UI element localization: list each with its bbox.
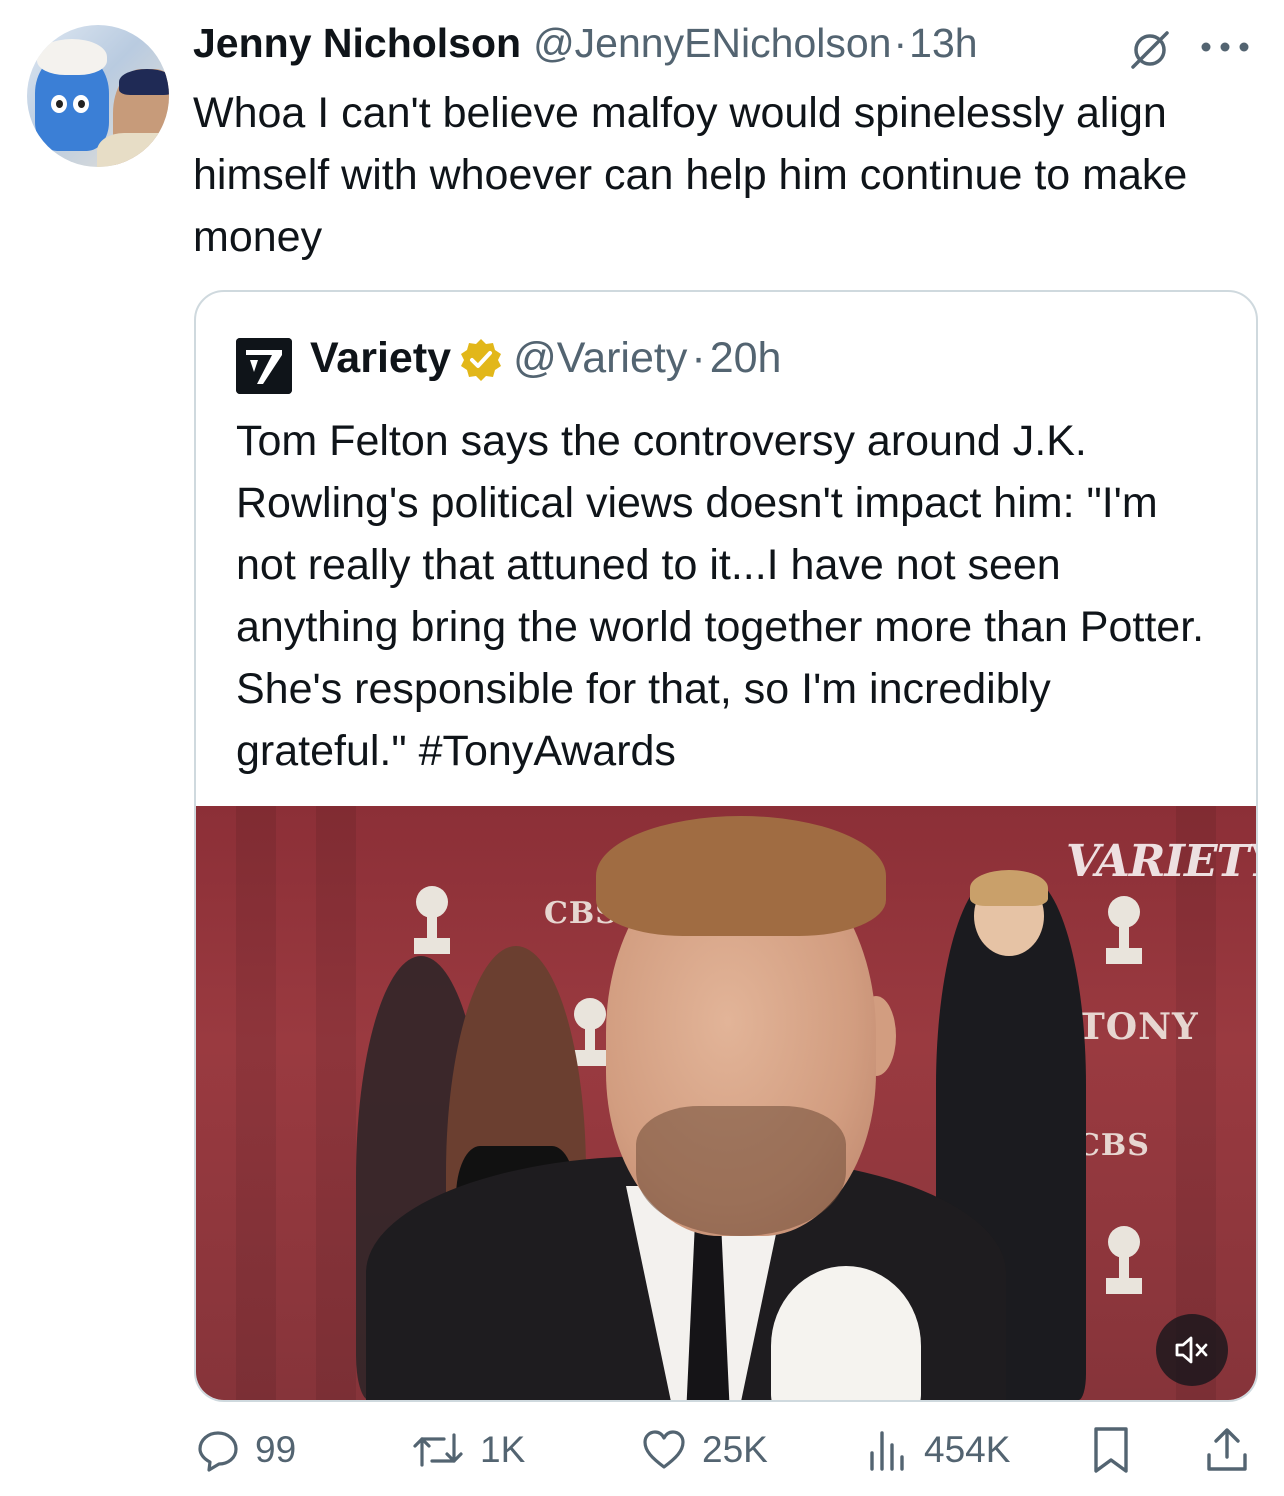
more-icon[interactable]	[1199, 40, 1251, 54]
reply-count: 99	[255, 1429, 297, 1470]
tony-trophy-logo	[414, 886, 450, 956]
views-button[interactable]: 454K	[866, 1420, 1010, 1480]
avatar-cap	[119, 69, 169, 95]
author-handle[interactable]: @JennyENicholson	[533, 20, 891, 67]
interviewee-hair	[596, 816, 886, 936]
repost-count: 1K	[480, 1429, 526, 1470]
share-icon	[1207, 1428, 1247, 1471]
backdrop-curtain	[316, 806, 356, 1400]
bookmark-icon	[1094, 1427, 1128, 1473]
variety-watermark: VARIETY	[1066, 836, 1256, 887]
tony-trophy-logo	[1106, 896, 1142, 966]
tweet-header: Jenny Nicholson @JennyENicholson · 13h	[193, 20, 978, 74]
separator-dot: ·	[893, 20, 908, 66]
quoted-tweet[interactable]: Variety @Variety · 20h Tom Felton says t…	[194, 290, 1258, 1402]
views-icon	[870, 1431, 904, 1471]
reply-button[interactable]: 99	[195, 1420, 296, 1480]
reply-icon	[198, 1431, 238, 1472]
speaker-muted-icon	[1175, 1336, 1208, 1364]
author-avatar[interactable]	[27, 25, 169, 167]
avatar-mascot-eye	[51, 95, 67, 113]
variety-logo-avatar[interactable]	[236, 338, 292, 394]
verified-badge-icon	[461, 338, 502, 381]
like-count: 25K	[702, 1429, 768, 1470]
repost-button[interactable]: 1K	[410, 1420, 525, 1480]
tony-trophy-logo	[572, 998, 608, 1068]
backdrop-curtain	[1176, 806, 1216, 1400]
unmute-button[interactable]	[1156, 1314, 1228, 1386]
heart-icon	[643, 1430, 685, 1469]
quoted-tweet-header: Variety @Variety · 20h	[310, 334, 781, 383]
views-count: 454K	[924, 1429, 1011, 1470]
repost-icon	[413, 1433, 463, 1467]
tweet-time[interactable]: 13h	[909, 20, 977, 67]
avatar-shirt	[97, 133, 169, 167]
backdrop-curtain	[236, 806, 276, 1400]
like-button[interactable]: 25K	[640, 1420, 768, 1480]
author-name[interactable]: Jenny Nicholson	[193, 20, 521, 67]
no-edit-icon	[1131, 31, 1169, 69]
avatar-mascot-hat	[37, 39, 107, 75]
quoted-tweet-text: Tom Felton says the controversy around J…	[236, 417, 1205, 775]
bookmark-button[interactable]	[1090, 1420, 1132, 1480]
video-player[interactable]: CBS TONY CBS VARIETY	[196, 806, 1256, 1400]
quoted-author-name[interactable]: Variety	[310, 334, 451, 383]
backdrop-label: TONY	[1078, 1006, 1199, 1048]
tony-trophy-logo	[1106, 1226, 1142, 1296]
avatar-mascot-eye	[73, 95, 89, 113]
quoted-author-handle[interactable]: @Variety	[513, 334, 687, 383]
tweet-text: Whoa I can't believe malfoy would spinel…	[193, 89, 1188, 261]
interviewee-beard	[636, 1106, 846, 1236]
tweet-action-bar: 99 1K 25K 454K	[0, 1420, 1284, 1480]
quoted-tweet-time[interactable]: 20h	[710, 334, 782, 383]
backdrop-label: CBS	[1076, 1128, 1150, 1163]
share-button[interactable]	[1204, 1420, 1250, 1480]
separator-dot: ·	[691, 334, 706, 382]
